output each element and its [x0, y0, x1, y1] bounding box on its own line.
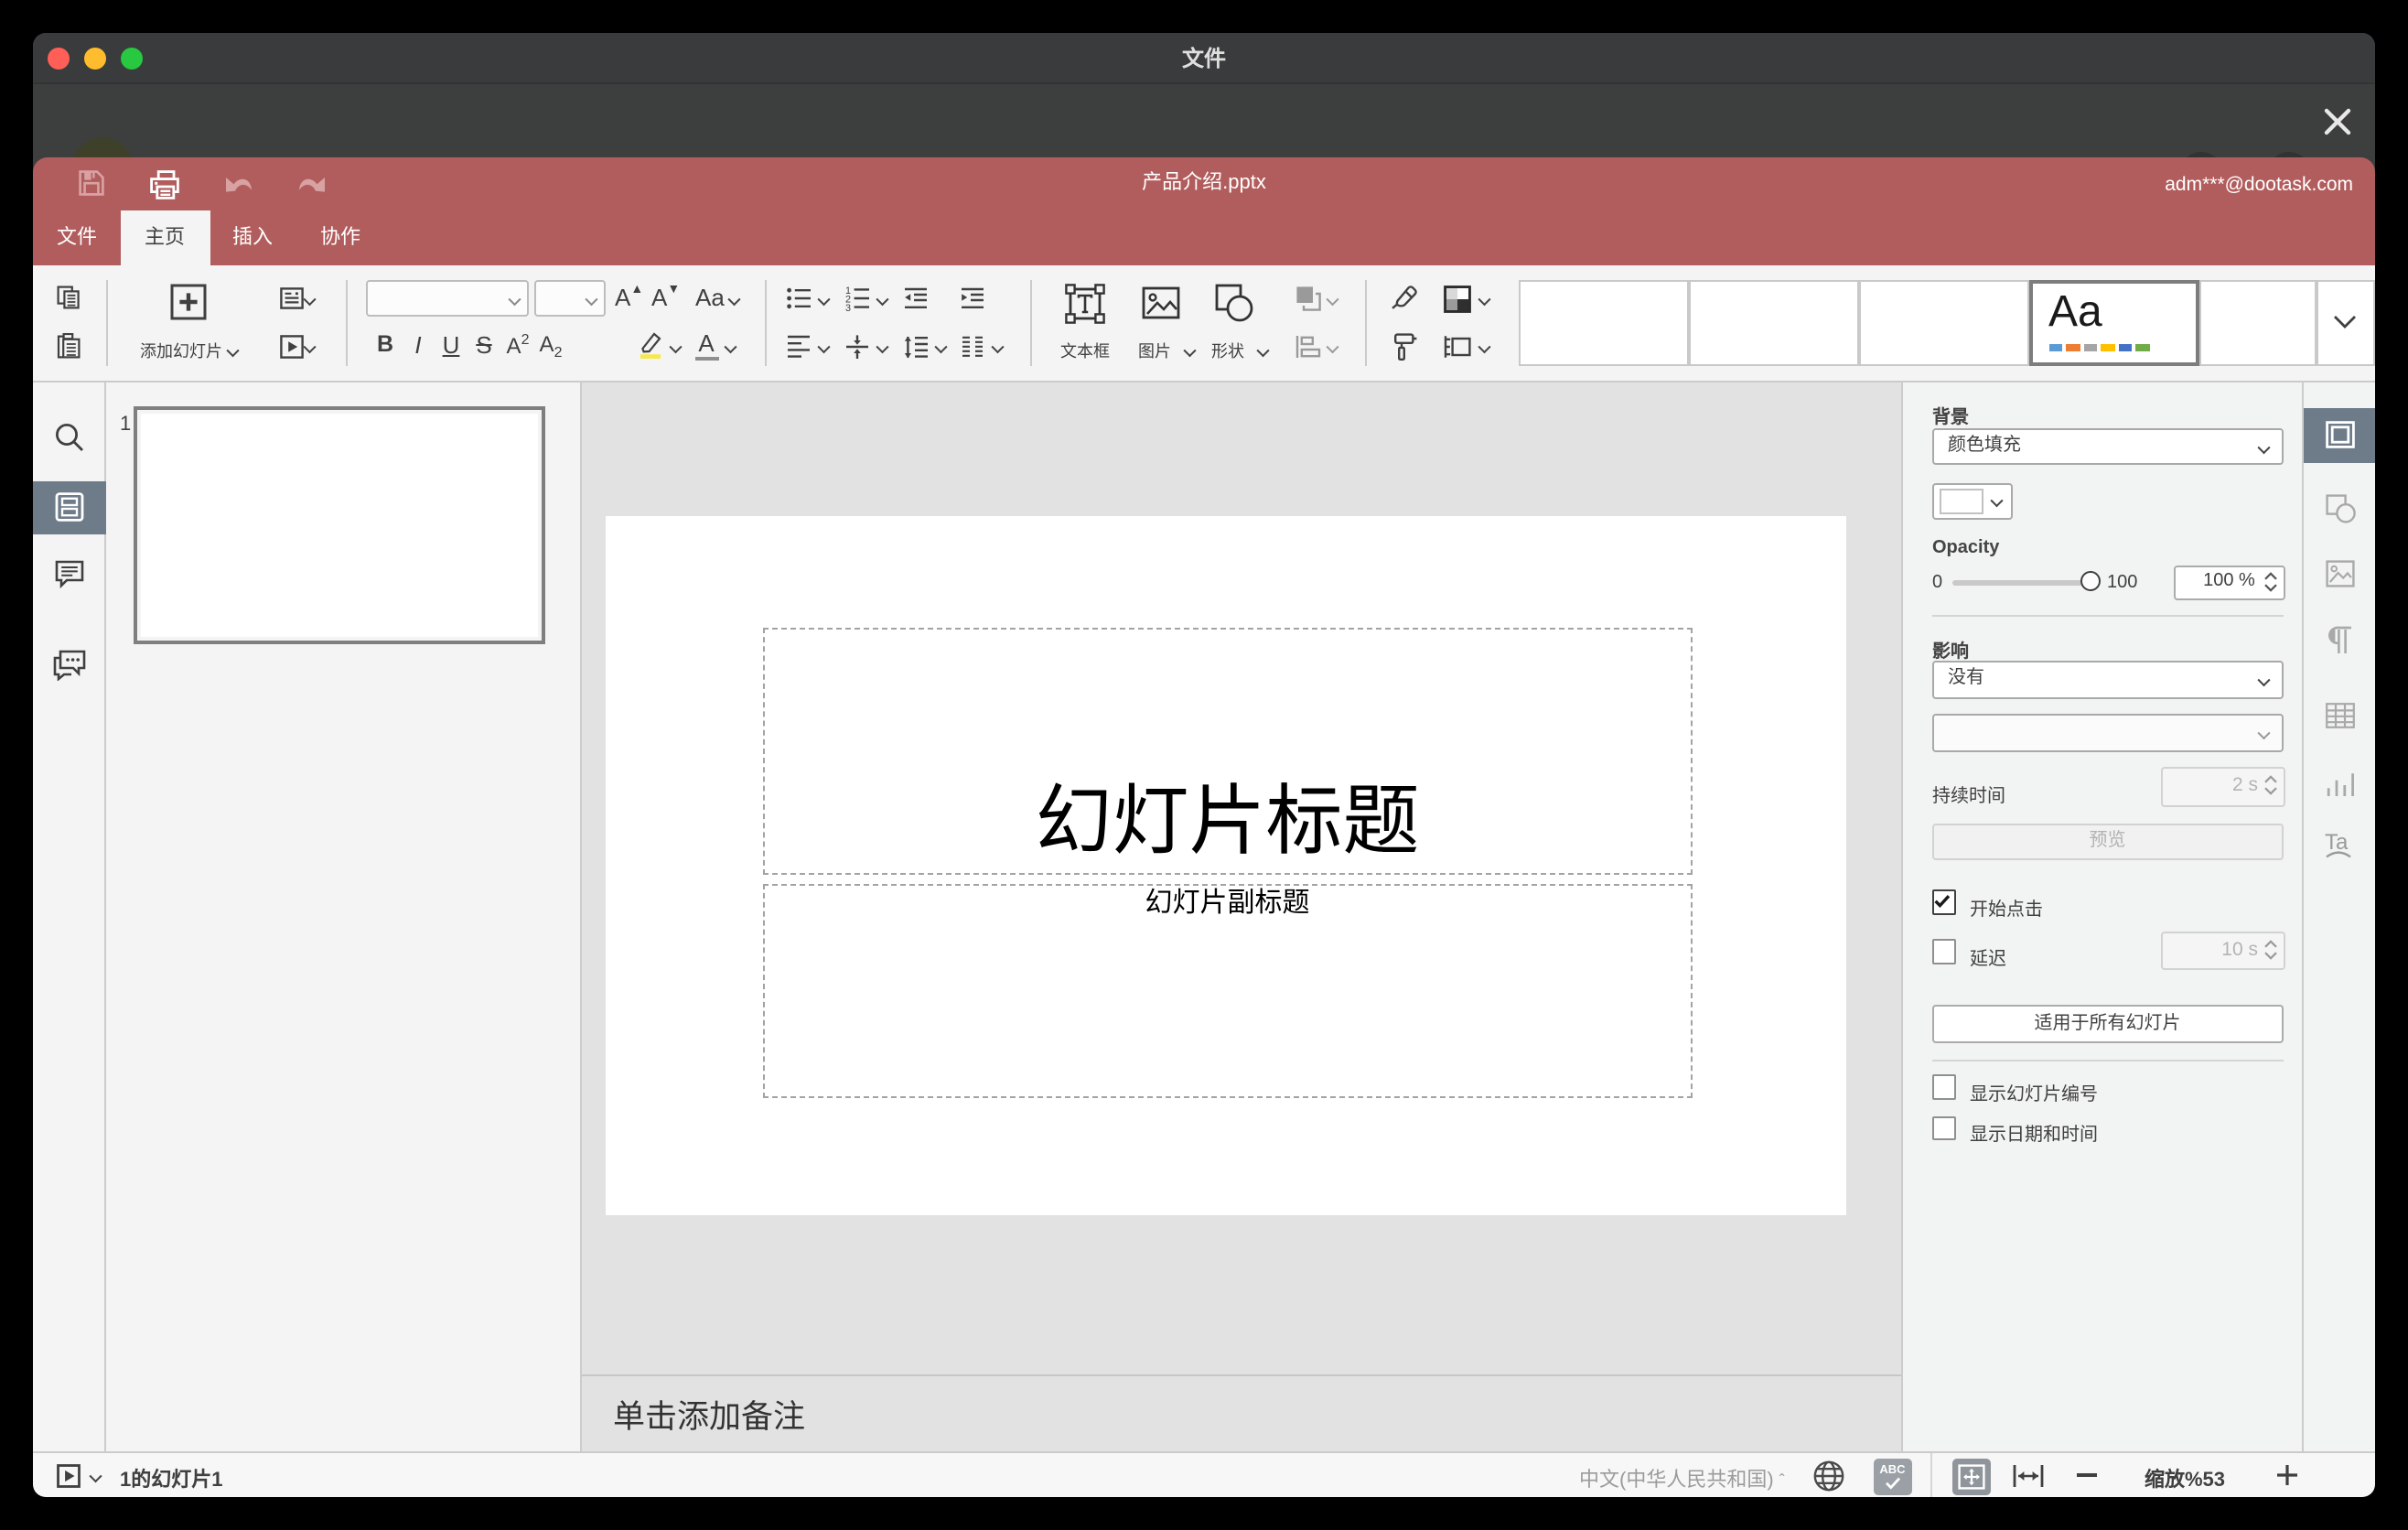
svg-text:Ta: Ta	[2325, 830, 2349, 855]
svg-text:3: 3	[845, 302, 851, 310]
